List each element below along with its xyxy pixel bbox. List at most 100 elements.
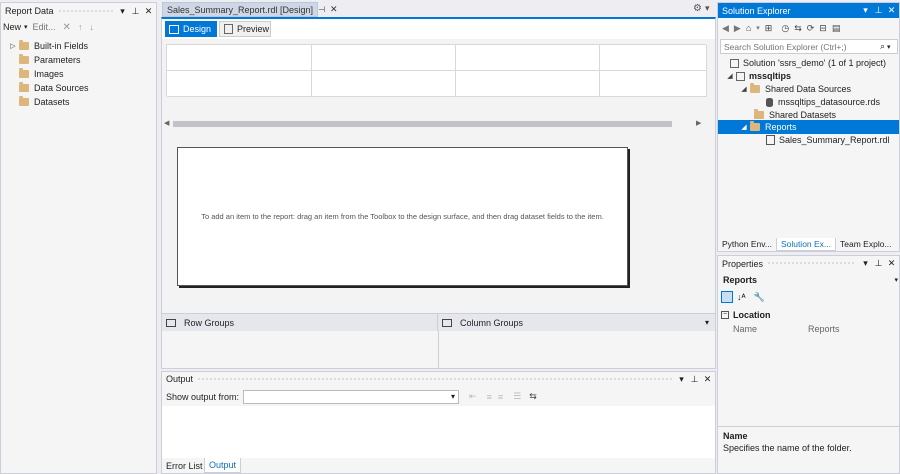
properties-object-selector[interactable]: Reports ▾ xyxy=(720,272,898,287)
history-icon[interactable]: ◷ xyxy=(781,23,789,34)
tab-solution-explorer[interactable]: Solution Ex... xyxy=(775,237,837,251)
close-icon[interactable]: ✕ xyxy=(143,5,154,17)
refresh-icon[interactable]: ⟳ xyxy=(807,23,815,34)
categorized-icon[interactable] xyxy=(721,291,733,303)
collapse-all-icon[interactable]: ⊟ xyxy=(819,23,827,34)
pin-icon[interactable]: ⊥ xyxy=(873,5,884,17)
design-icon xyxy=(169,24,179,34)
move-up-icon[interactable]: ↑ xyxy=(78,22,83,32)
output-content[interactable] xyxy=(162,406,715,458)
property-pages-icon[interactable]: 🔧 xyxy=(754,292,765,303)
pin-icon[interactable]: ⊥ xyxy=(873,258,884,270)
grid-cell[interactable] xyxy=(312,71,456,97)
tab-python-environments[interactable]: Python Env... xyxy=(718,239,776,249)
tree-item-label: Shared Datasets xyxy=(769,110,837,120)
delete-icon[interactable]: ✕ xyxy=(63,22,71,33)
dropdown-icon[interactable]: ▾ xyxy=(117,5,128,17)
dropdown-icon[interactable]: ▾ xyxy=(860,5,871,17)
document-dropdown-icon[interactable]: ▾ xyxy=(705,3,710,14)
tab-preview[interactable]: Preview xyxy=(219,21,271,37)
tree-solution[interactable]: Solution 'ssrs_demo' (1 of 1 project) xyxy=(730,56,886,70)
word-wrap-icon[interactable]: ⇆ xyxy=(529,391,537,402)
close-tab-icon[interactable]: ✕ xyxy=(330,4,338,15)
move-down-icon[interactable]: ↓ xyxy=(89,22,94,32)
horizontal-scrollbar[interactable]: ◀ ▶ xyxy=(164,119,704,129)
grid-cell[interactable] xyxy=(456,45,600,71)
scroll-right-icon[interactable]: ▶ xyxy=(696,119,701,127)
tree-item-built-in-fields[interactable]: ▷ Built-in Fields xyxy=(9,39,88,53)
grid-cell[interactable] xyxy=(167,45,312,71)
output-source-select[interactable]: ▾ xyxy=(243,389,460,404)
dropdown-icon[interactable]: ▾ xyxy=(676,373,687,385)
tab-error-list[interactable]: Error List xyxy=(162,458,207,473)
home-icon[interactable]: ⌂ xyxy=(746,23,751,33)
tab-output[interactable]: Output xyxy=(204,458,242,473)
property-row-name[interactable]: Name Reports xyxy=(718,322,899,335)
grid-cell[interactable] xyxy=(167,71,312,97)
search-dropdown-icon[interactable]: ▾ xyxy=(887,43,891,51)
document-tab[interactable]: Sales_Summary_Report.rdl [Design] ⊣ ✕ xyxy=(162,2,338,17)
solution-explorer-toolbar: ◀ ▶ ⌂ ▾ ⊞ ◷ ⇆ ⟳ ⊟ ▤ xyxy=(722,21,840,35)
sync-icon[interactable]: ⇆ xyxy=(794,23,802,34)
collapse-arrow-icon[interactable]: ◢ xyxy=(740,85,748,93)
tree-report-file[interactable]: Sales_Summary_Report.rdl xyxy=(766,133,890,147)
tab-team-explorer[interactable]: Team Explo... xyxy=(836,239,896,249)
collapse-arrow-icon[interactable]: ◢ xyxy=(740,123,748,131)
scroll-left-icon[interactable]: ◀ xyxy=(164,119,169,127)
tree-item-data-sources[interactable]: Data Sources xyxy=(19,81,89,95)
tree-project[interactable]: ◢ mssqltips xyxy=(726,69,791,83)
new-dropdown-icon[interactable]: ▾ xyxy=(24,23,28,31)
collapse-icon[interactable]: − xyxy=(721,310,729,319)
grid-cell[interactable] xyxy=(600,45,707,71)
alphabetical-icon[interactable]: ↓ᴬ xyxy=(737,292,746,302)
pin-icon[interactable]: ⊥ xyxy=(689,373,700,385)
properties-title: Properties xyxy=(722,258,764,269)
folder-icon xyxy=(19,82,29,92)
tree-datasource[interactable]: mssqltips_datasource.rds xyxy=(766,95,880,109)
grid-cell[interactable] xyxy=(600,71,707,97)
solution-search-input[interactable] xyxy=(724,41,874,52)
close-icon[interactable]: ✕ xyxy=(702,373,713,385)
grid-cell[interactable] xyxy=(456,71,600,97)
dropdown-icon[interactable]: ▾ xyxy=(860,258,871,270)
close-icon[interactable]: ✕ xyxy=(886,258,897,270)
dropdown-icon[interactable]: ▾ xyxy=(756,24,760,32)
tree-reports[interactable]: ◢ Reports xyxy=(740,120,797,134)
chevron-down-icon: ▾ xyxy=(894,276,898,284)
back-icon[interactable]: ◀ xyxy=(722,23,729,34)
report-data-title: Report Data xyxy=(5,6,54,16)
tree-item-images[interactable]: Images xyxy=(19,67,64,81)
column-groups-header[interactable]: Column Groups ▾ xyxy=(438,314,715,331)
tab-design[interactable]: Design xyxy=(165,21,217,37)
scrollbar-thumb[interactable] xyxy=(173,121,672,127)
grid-cell[interactable] xyxy=(312,45,456,71)
forward-icon[interactable]: ▶ xyxy=(734,23,741,34)
property-category-location[interactable]: − Location xyxy=(721,308,771,321)
next-message-icon[interactable]: ≡ xyxy=(498,392,503,402)
expand-arrow-icon[interactable]: ▷ xyxy=(9,42,17,50)
folder-icon xyxy=(19,54,29,64)
close-icon[interactable]: ✕ xyxy=(886,5,897,17)
report-file-icon xyxy=(766,135,775,145)
clear-all-icon[interactable]: ☰ xyxy=(513,391,521,402)
tree-shared-data-sources[interactable]: ◢ Shared Data Sources xyxy=(740,82,851,96)
column-groups-dropdown-icon[interactable]: ▾ xyxy=(705,318,709,327)
switch-views-icon[interactable]: ⊞ xyxy=(765,23,773,34)
collapse-arrow-icon[interactable]: ◢ xyxy=(726,72,734,80)
row-groups-header[interactable]: Row Groups xyxy=(162,314,438,331)
properties-titlebar: Properties ▾ ⊥ ✕ xyxy=(718,256,899,271)
pin-icon[interactable]: ⊣ xyxy=(318,5,325,14)
properties-icon[interactable]: ▤ xyxy=(832,23,841,34)
report-body[interactable]: To add an item to the report: drag an it… xyxy=(177,147,628,286)
category-label: Location xyxy=(733,309,771,320)
previous-message-icon[interactable]: ≡ xyxy=(487,392,492,402)
tree-item-parameters[interactable]: Parameters xyxy=(19,53,81,67)
settings-gear-icon[interactable]: ⚙ xyxy=(693,3,702,14)
edit-button[interactable]: Edit... xyxy=(33,22,56,32)
grouping-divider xyxy=(438,331,439,369)
new-button[interactable]: New xyxy=(3,22,21,32)
tree-item-datasets[interactable]: Datasets xyxy=(19,95,70,109)
find-message-icon[interactable]: ⇤ xyxy=(469,391,477,402)
search-icon[interactable]: ⌕ xyxy=(880,41,885,52)
pin-icon[interactable]: ⊥ xyxy=(130,5,141,17)
